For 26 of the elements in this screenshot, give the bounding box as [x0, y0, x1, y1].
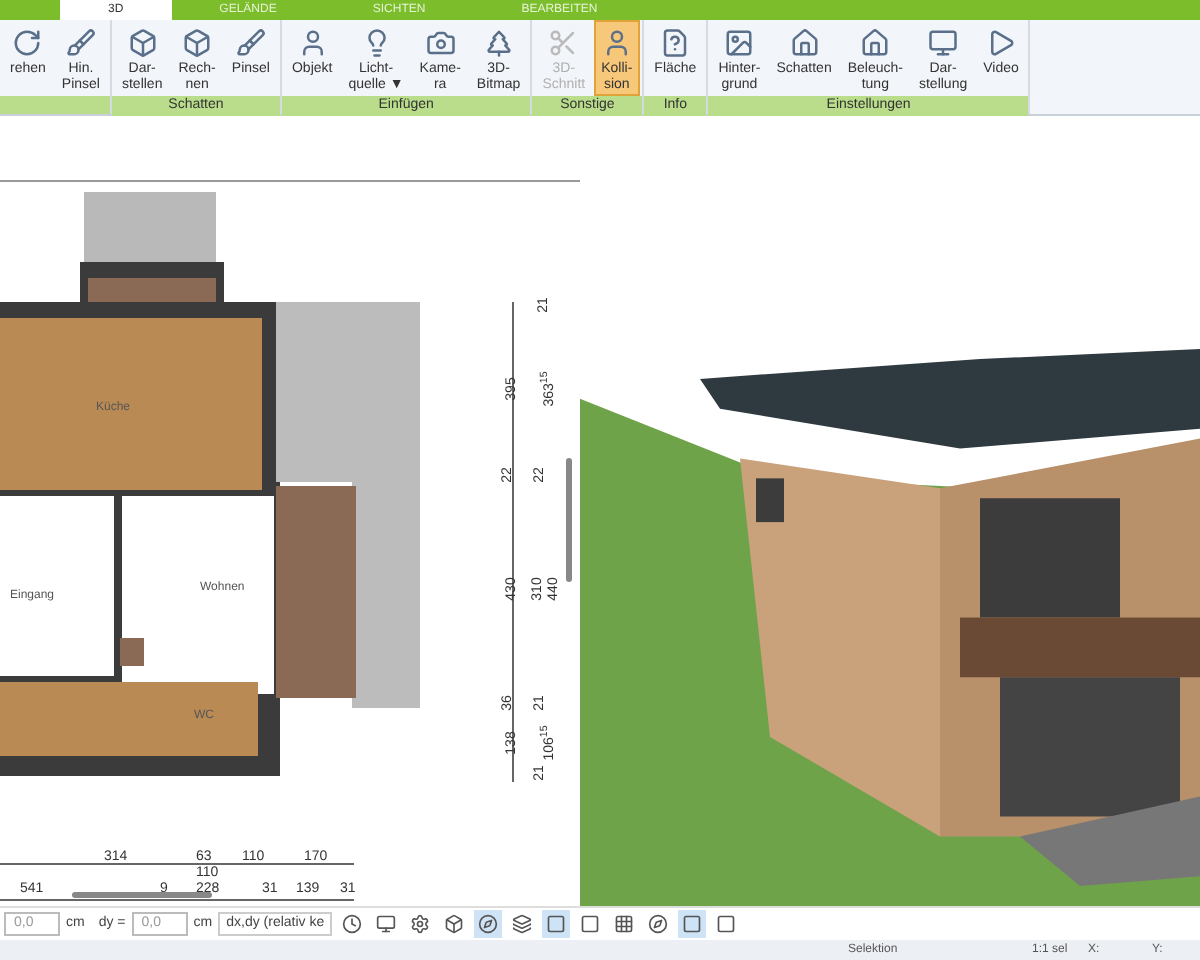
vertical-scrollbar[interactable] [566, 458, 572, 582]
horizontal-scrollbar[interactable] [72, 892, 212, 898]
ribbon-icon [182, 28, 213, 58]
tool-button[interactable] [338, 910, 367, 938]
ribbon-icon [12, 28, 43, 58]
tool-button[interactable] [474, 910, 503, 938]
ribbon-icon [986, 28, 1017, 58]
ribbon-icon [425, 28, 456, 58]
tool-button[interactable] [644, 910, 673, 938]
tool-button[interactable] [508, 910, 537, 938]
ribbon-icon [660, 28, 691, 58]
ribbon-icon [235, 28, 266, 58]
tool-button[interactable] [372, 910, 401, 938]
ribbon-icon [601, 28, 632, 58]
ribbon-icon [65, 28, 96, 58]
tool-button[interactable] [542, 910, 571, 938]
ribbon-icon [548, 28, 579, 58]
ribbon-icon [297, 28, 328, 58]
ribbon-icon [724, 28, 755, 58]
ribbon-icon [789, 28, 820, 58]
ribbon-group-label-bar [0, 96, 110, 114]
tool-button[interactable] [678, 910, 707, 938]
ribbon-icon [127, 28, 158, 58]
ribbon-icon [860, 28, 891, 58]
ribbon-icon [928, 28, 959, 58]
ribbon-icon [483, 28, 514, 58]
